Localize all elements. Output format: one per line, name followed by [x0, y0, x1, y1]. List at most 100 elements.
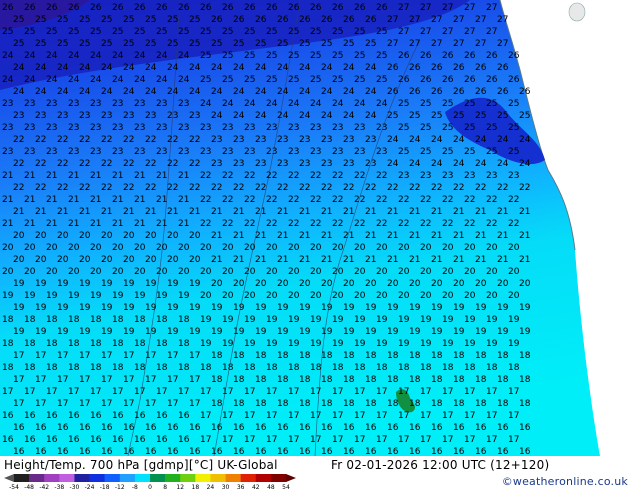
- contour-label: 19: [134, 291, 146, 301]
- contour-label: 26: [442, 75, 454, 85]
- contour-label: 22: [332, 171, 343, 181]
- contour-label: 19: [200, 339, 212, 349]
- contour-label: 17: [24, 387, 35, 397]
- contour-label: 16: [321, 447, 333, 456]
- contour-label: 22: [13, 159, 24, 169]
- contour-label: 18: [453, 399, 465, 409]
- legend-swatch: [180, 474, 196, 482]
- contour-label: 20: [200, 243, 212, 253]
- contour-label: 18: [365, 375, 377, 385]
- contour-label: 16: [189, 423, 201, 433]
- contour-label: 16: [35, 447, 47, 456]
- contour-label: 19: [453, 303, 465, 313]
- contour-label: 24: [123, 63, 135, 73]
- contour-label: 20: [222, 291, 234, 301]
- contour-label: 26: [387, 87, 399, 97]
- contour-label: 23: [24, 99, 35, 109]
- contour-label: 21: [134, 195, 145, 205]
- contour-label: 22: [167, 135, 178, 145]
- contour-label: 19: [464, 315, 476, 325]
- contour-label: 18: [288, 363, 300, 373]
- contour-label: 19: [123, 327, 135, 337]
- contour-label: 24: [13, 87, 25, 97]
- contour-label: 26: [398, 51, 410, 61]
- contour-label: 18: [24, 363, 36, 373]
- contour-label: 16: [134, 435, 146, 445]
- valid-time: Fr 02-01-2026 12:00 UTC (12+120): [331, 458, 550, 472]
- contour-label: 27: [387, 39, 398, 49]
- legend-tick-label: 8: [163, 484, 167, 490]
- contour-label: 20: [101, 255, 113, 265]
- contour-label: 26: [68, 3, 80, 13]
- contour-label: 24: [35, 87, 47, 97]
- contour-label: 19: [299, 327, 311, 337]
- contour-label: 19: [57, 327, 69, 337]
- contour-label: 18: [46, 315, 58, 325]
- contour-label: 24: [431, 135, 443, 145]
- contour-label: 25: [310, 75, 321, 85]
- contour-label: 19: [255, 327, 267, 337]
- contour-label: 19: [321, 303, 333, 313]
- contour-label: 26: [497, 63, 509, 73]
- contour-label: 24: [310, 99, 322, 109]
- contour-label: 22: [376, 171, 387, 181]
- contour-label: 20: [145, 255, 157, 265]
- contour-label: 19: [46, 291, 58, 301]
- legend-arrow-left: [4, 474, 14, 482]
- contour-label: 25: [376, 51, 387, 61]
- contour-label: 21: [156, 219, 167, 229]
- contour-label: 19: [442, 315, 454, 325]
- contour-label: 17: [57, 399, 68, 409]
- contour-label: 18: [277, 399, 289, 409]
- contour-label: 16: [79, 423, 91, 433]
- contour-label: 21: [255, 231, 266, 241]
- contour-label: 18: [387, 375, 399, 385]
- contour-label: 18: [453, 375, 465, 385]
- contour-label: 22: [233, 183, 244, 193]
- contour-label: 17: [167, 351, 178, 361]
- contour-label: 25: [79, 15, 90, 25]
- contour-label: 19: [244, 339, 256, 349]
- legend-tick-label: 0: [148, 484, 152, 490]
- contour-label: 19: [453, 327, 465, 337]
- contour-label: 22: [376, 219, 387, 229]
- contour-label: 23: [211, 159, 222, 169]
- contour-label: 16: [57, 447, 69, 456]
- contour-label: 24: [431, 159, 443, 169]
- contour-label: 19: [13, 327, 25, 337]
- contour-label: 25: [200, 51, 211, 61]
- contour-label: 25: [508, 147, 519, 157]
- contour-label: 21: [475, 231, 486, 241]
- contour-label: 23: [332, 123, 343, 133]
- contour-label: 19: [288, 339, 300, 349]
- credit-link[interactable]: ©weatheronline.co.uk: [502, 475, 628, 488]
- contour-label: 22: [167, 183, 178, 193]
- contour-label: 24: [387, 135, 399, 145]
- contour-label: 22: [57, 159, 68, 169]
- contour-label: 24: [2, 51, 14, 61]
- contour-label: 16: [167, 447, 179, 456]
- contour-label: 23: [486, 171, 497, 181]
- contour-label: 19: [354, 339, 366, 349]
- contour-label: 24: [134, 75, 146, 85]
- contour-label: 16: [233, 423, 245, 433]
- contour-label: 27: [387, 15, 398, 25]
- contour-label: 24: [24, 75, 36, 85]
- contour-label: 20: [420, 291, 432, 301]
- contour-label: 16: [167, 423, 179, 433]
- contour-label: 18: [431, 351, 443, 361]
- contour-label: 16: [497, 447, 509, 456]
- contour-label: 18: [68, 363, 80, 373]
- contour-label: 17: [200, 435, 211, 445]
- contour-label: 24: [453, 135, 465, 145]
- contour-label: 26: [420, 75, 432, 85]
- contour-label: 19: [145, 279, 157, 289]
- contour-label: 20: [167, 255, 179, 265]
- contour-label: 18: [233, 351, 245, 361]
- contour-label: 25: [35, 39, 46, 49]
- contour-label: 26: [310, 3, 322, 13]
- contour-label: 23: [233, 135, 244, 145]
- contour-label: 21: [13, 207, 24, 217]
- contour-label: 22: [398, 195, 409, 205]
- contour-label: 17: [90, 387, 101, 397]
